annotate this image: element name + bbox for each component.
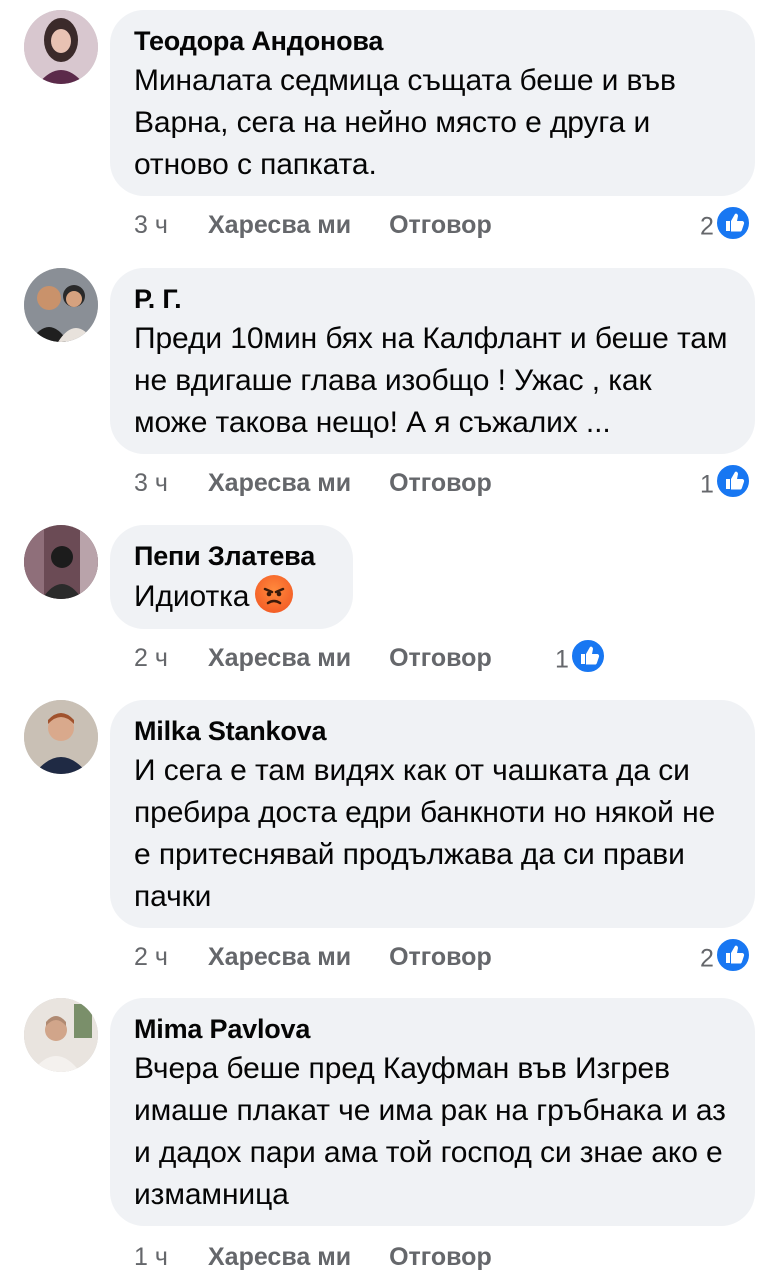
reply-button[interactable]: Отговор — [389, 466, 492, 500]
like-button[interactable]: Харесва ми — [208, 1240, 351, 1274]
like-icon — [714, 937, 751, 974]
like-button[interactable]: Харесва ми — [208, 940, 351, 974]
reaction-count: 2 — [700, 944, 714, 973]
comment-bubble: Р. Г. Преди 10мин бях на Калфлант и беше… — [110, 268, 755, 454]
avatar[interactable] — [24, 268, 98, 342]
like-button[interactable]: Харесва ми — [208, 466, 351, 500]
like-button[interactable]: Харесва ми — [208, 641, 351, 675]
comment-text-content: Идиотка — [134, 580, 250, 613]
comment-author[interactable]: Mima Pavlova — [134, 1012, 731, 1046]
comment-bubble: Пепи Златева Идиотка — [110, 525, 353, 629]
comment-text: Преди 10мин бях на Калфлант и беше там н… — [134, 322, 728, 439]
comment-author[interactable]: Р. Г. — [134, 282, 731, 316]
reply-button[interactable]: Отговор — [389, 208, 492, 242]
comment-actions: 2 ч Харесва ми Отговор — [134, 940, 492, 974]
avatar[interactable] — [24, 10, 98, 84]
comment-time[interactable]: 2 ч — [134, 641, 208, 675]
comment-text: Идиотка — [134, 575, 329, 618]
comment-author[interactable]: Milka Stankova — [134, 714, 731, 748]
like-icon — [714, 463, 751, 500]
avatar[interactable] — [24, 525, 98, 599]
reaction-summary[interactable]: 2 — [700, 205, 751, 242]
comment-text: Вчера беше пред Кауфман във Изгрев имаше… — [134, 1052, 726, 1211]
reply-button[interactable]: Отговор — [389, 1240, 492, 1274]
comment-bubble: Mima Pavlova Вчера беше пред Кауфман във… — [110, 998, 755, 1226]
comment-time[interactable]: 3 ч — [134, 208, 208, 242]
comment-time[interactable]: 3 ч — [134, 466, 208, 500]
reaction-count: 1 — [700, 470, 714, 499]
comment-text: И сега е там видях как от чашката да си … — [134, 754, 716, 913]
reply-button[interactable]: Отговор — [389, 940, 492, 974]
comment-time[interactable]: 1 ч — [134, 1240, 208, 1274]
reaction-count: 1 — [555, 645, 569, 674]
comment-bubble: Теодора Андонова Миналата седмица същата… — [110, 10, 755, 196]
comment-author[interactable]: Пепи Златева — [134, 539, 329, 573]
reaction-summary[interactable]: 1 — [555, 638, 606, 675]
comment-actions: 3 ч Харесва ми Отговор — [134, 466, 492, 500]
reply-button[interactable]: Отговор — [389, 641, 492, 675]
avatar[interactable] — [24, 700, 98, 774]
like-icon — [714, 205, 751, 242]
comment-author[interactable]: Теодора Андонова — [134, 24, 731, 58]
like-button[interactable]: Харесва ми — [208, 208, 351, 242]
like-icon — [569, 638, 606, 675]
comment-text: Миналата седмица същата беше и във Варна… — [134, 64, 676, 181]
avatar[interactable] — [24, 998, 98, 1072]
reaction-summary[interactable]: 1 — [700, 463, 751, 500]
reaction-summary[interactable]: 2 — [700, 937, 751, 974]
comment-actions: 3 ч Харесва ми Отговор — [134, 208, 492, 242]
comment-actions: 2 ч Харесва ми Отговор — [134, 641, 492, 675]
reaction-count: 2 — [700, 212, 714, 241]
comment-time[interactable]: 2 ч — [134, 940, 208, 974]
comment-bubble: Milka Stankova И сега е там видях как от… — [110, 700, 755, 928]
comment-actions: 1 ч Харесва ми Отговор — [134, 1240, 492, 1274]
angry-face-emoji — [255, 575, 294, 613]
